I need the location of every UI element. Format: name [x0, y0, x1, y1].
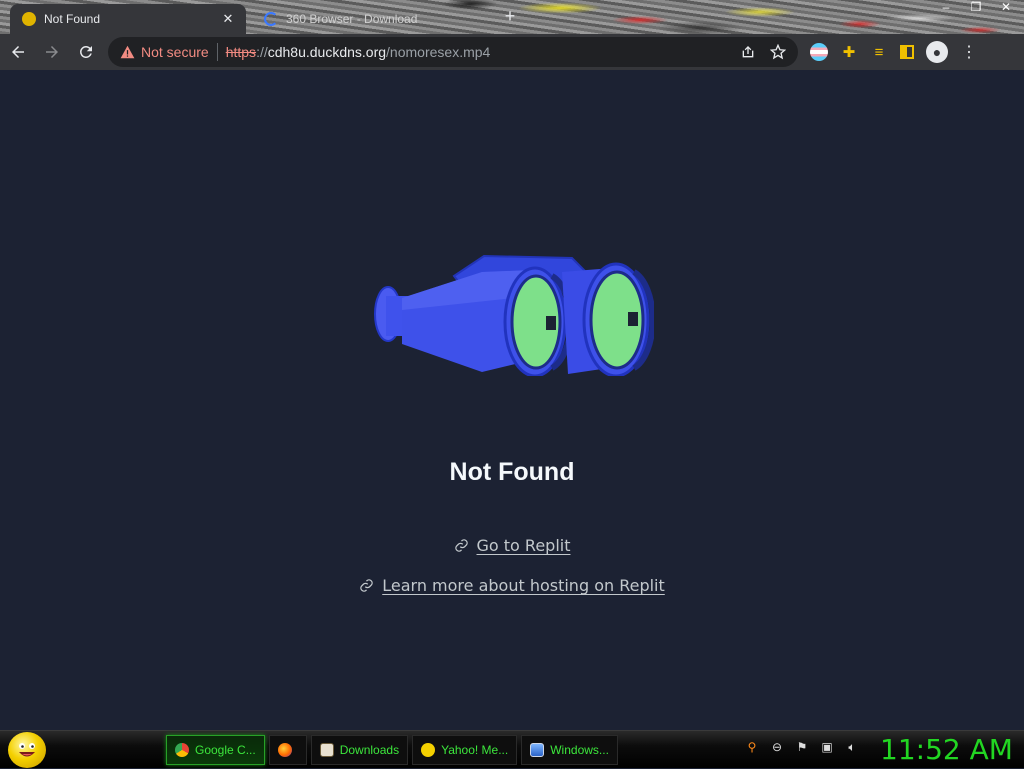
url-host: cdh8u.duckdns.org [267, 44, 387, 60]
system-tray: ⚲ ⊖ ⚑ ▣ 🔈︎ [744, 739, 860, 755]
folder-icon [319, 743, 334, 757]
task-label: Yahoo! Me... [441, 743, 509, 757]
tab-not-found[interactable]: Not Found ✕ [10, 4, 246, 34]
url-protocol: https [225, 44, 257, 60]
replit-favicon-icon [22, 12, 36, 26]
tab-title: Not Found [44, 12, 101, 26]
warning-triangle-icon [120, 45, 135, 59]
task-windows-explorer[interactable]: Windows... [521, 735, 618, 765]
bookmark-star-icon[interactable] [770, 44, 786, 60]
extensions-puzzle-icon[interactable]: ✚ [840, 43, 858, 61]
tab-close-icon[interactable]: ✕ [220, 11, 236, 27]
binoculars-illustration [374, 254, 654, 376]
omnibox-actions [740, 44, 786, 60]
task-label: Windows... [550, 743, 609, 757]
firefox-icon [277, 743, 292, 757]
flag-extension-icon[interactable] [810, 43, 828, 61]
task-downloads[interactable]: Downloads [310, 735, 409, 765]
browser-toolbar: Not secure https://cdh8u.duckdns.org/nom… [0, 34, 1024, 70]
go-to-replit-label: Go to Replit [476, 536, 571, 555]
share-icon[interactable] [740, 44, 756, 60]
learn-hosting-label: Learn more about hosting on Replit [382, 576, 665, 595]
url-separator: :// [256, 44, 268, 60]
search-icon[interactable]: ⚲ [744, 739, 760, 755]
security-indicator[interactable]: Not secure [120, 44, 209, 60]
address-bar[interactable]: Not secure https://cdh8u.duckdns.org/nom… [108, 37, 798, 67]
not-secure-label: Not secure [141, 44, 209, 60]
volume-icon[interactable]: 🔈︎ [844, 739, 860, 755]
close-window-button[interactable]: ✕ [996, 0, 1016, 14]
network-icon[interactable]: ▣ [819, 739, 835, 755]
reload-icon [80, 45, 92, 58]
omnibox-divider [216, 43, 218, 61]
url-path: /nomoresex.mp4 [386, 44, 491, 60]
loading-favicon-icon [264, 12, 278, 26]
tab-title: 360 Browser - Download [286, 12, 418, 26]
status-icon[interactable]: ⊖ [769, 739, 785, 755]
side-panel-icon[interactable] [900, 45, 914, 59]
extensions-area: ✚ ≡ ● ⋮ [810, 41, 978, 63]
task-label: Downloads [339, 743, 400, 757]
page-title: Not Found [449, 458, 575, 486]
new-tab-button[interactable]: + [500, 6, 520, 27]
task-label: Google C... [195, 743, 256, 757]
window-controls: – ❐ ✕ [936, 0, 1016, 14]
link-icon [454, 539, 468, 552]
menu-dots-icon[interactable]: ⋮ [960, 43, 978, 61]
tab-360-browser[interactable]: 360 Browser - Download [252, 4, 484, 34]
reload-button[interactable] [70, 36, 102, 68]
start-button[interactable] [8, 732, 46, 768]
restore-button[interactable]: ❐ [966, 0, 986, 14]
minimize-button[interactable]: – [936, 0, 956, 14]
windows-explorer-icon [530, 743, 545, 757]
tab-strip: Not Found ✕ 360 Browser - Download + – ❐… [0, 0, 1024, 34]
smiley-icon [19, 743, 35, 757]
action-center-flag-icon[interactable]: ⚑ [794, 739, 810, 755]
taskbar-buttons: Google C... Downloads Yahoo! Me... Windo… [166, 735, 618, 765]
media-playlist-icon[interactable]: ≡ [870, 43, 888, 61]
taskbar: Google C... Downloads Yahoo! Me... Windo… [0, 730, 1024, 768]
profile-avatar-icon[interactable]: ● [926, 41, 948, 63]
link-icon [360, 579, 373, 592]
learn-hosting-link[interactable]: Learn more about hosting on Replit [0, 576, 1024, 595]
arrow-right-icon [46, 46, 58, 58]
task-firefox[interactable] [268, 735, 307, 765]
task-google-chrome[interactable]: Google C... [166, 735, 265, 765]
forward-button[interactable] [36, 36, 68, 68]
yahoo-messenger-icon [421, 743, 436, 757]
task-yahoo-messenger[interactable]: Yahoo! Me... [412, 735, 518, 765]
go-to-replit-link[interactable]: Go to Replit [0, 536, 1024, 555]
back-button[interactable] [2, 36, 34, 68]
taskbar-clock[interactable]: 11:52 AM [880, 731, 1013, 769]
page-content: Not Found Go to Replit Learn more about … [0, 70, 1024, 730]
arrow-left-icon [12, 46, 24, 58]
chrome-icon [175, 743, 189, 757]
